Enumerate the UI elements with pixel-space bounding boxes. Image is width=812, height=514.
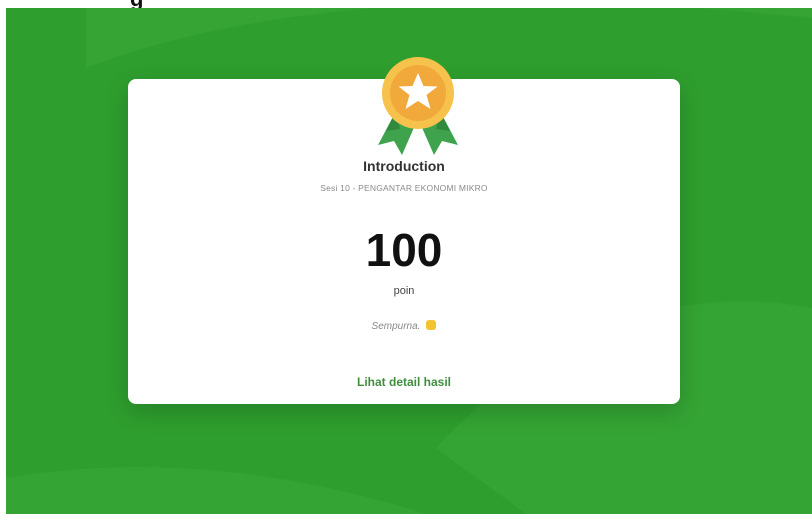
page: g Introduction Sesi 10 - PENGANTAR EKONO… xyxy=(0,0,812,514)
clap-emoji-icon xyxy=(426,320,437,330)
top-strip: g xyxy=(0,0,812,11)
feedback-text: Sempurna. xyxy=(128,320,680,332)
score-value: 100 xyxy=(365,224,443,276)
feedback-label: Sempurna. xyxy=(371,321,421,332)
score-unit: poin xyxy=(393,285,415,297)
session-subtitle: Sesi 10 - PENGANTAR EKONOMI MIKRO xyxy=(320,183,488,193)
view-detail-link[interactable]: Lihat detail hasil xyxy=(128,375,680,389)
medal-star-icon xyxy=(378,57,458,155)
quiz-title: Introduction xyxy=(363,158,445,174)
